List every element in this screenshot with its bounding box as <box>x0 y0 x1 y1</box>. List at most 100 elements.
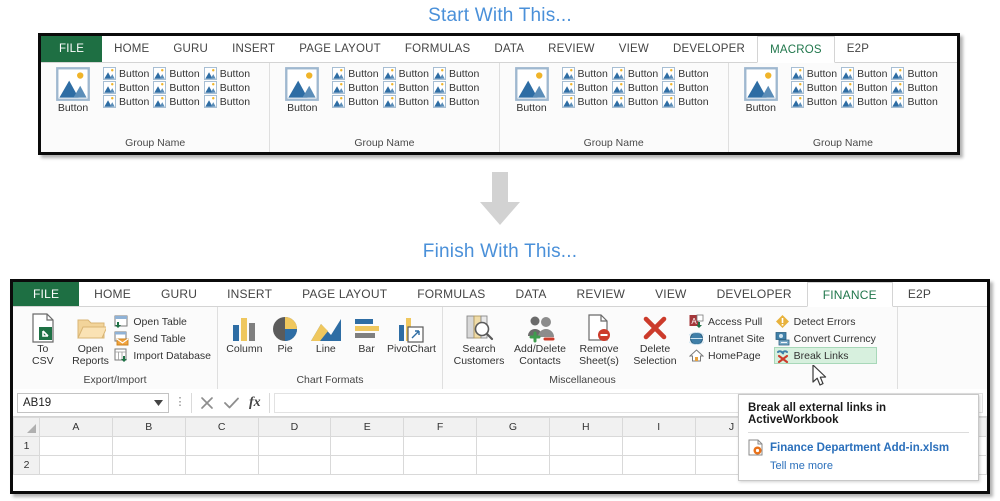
ribbon-big-button[interactable]: Button <box>276 67 328 114</box>
send-table-button[interactable]: Send Table <box>114 331 211 346</box>
row-header[interactable]: 1 <box>13 436 40 456</box>
ribbon-small-button[interactable]: Button <box>153 81 200 94</box>
grid-cell[interactable] <box>330 436 405 456</box>
ribbon-small-button[interactable]: Button <box>662 81 709 94</box>
grid-cell[interactable] <box>476 436 550 456</box>
ribbon-small-button[interactable]: Button <box>103 67 149 80</box>
grid-cell[interactable] <box>621 455 696 475</box>
ribbon-small-button[interactable]: Button <box>662 67 709 80</box>
convert-currency-button[interactable]: Convert Currency <box>775 331 876 346</box>
ribbon-small-button[interactable]: Button <box>611 67 658 80</box>
column-chart-button[interactable]: Column <box>224 311 265 355</box>
tooltip-addin-link[interactable]: Finance Department Add-in.xlsm <box>748 439 969 456</box>
ribbon-small-button[interactable]: Button <box>433 95 479 108</box>
grid-cell[interactable] <box>257 436 332 456</box>
tab-macros[interactable]: MACROS <box>757 36 835 63</box>
column-header[interactable]: G <box>476 417 550 437</box>
grid-cell[interactable] <box>403 455 478 475</box>
excel-tab-developer[interactable]: DEVELOPER <box>702 282 807 306</box>
column-header[interactable]: H <box>548 417 623 437</box>
chevron-down-icon[interactable] <box>154 399 163 406</box>
tab-review[interactable]: REVIEW <box>536 36 607 62</box>
grid-cell[interactable] <box>257 455 332 475</box>
search-customers-button[interactable]: Search Customers <box>449 311 509 367</box>
to-csv-button[interactable]: To CSV <box>19 311 67 367</box>
import-database-button[interactable]: Import Database <box>114 348 211 363</box>
tab-file[interactable]: FILE <box>41 36 103 62</box>
ribbon-small-button[interactable]: Button <box>611 95 658 108</box>
break-links-button[interactable]: Break Links <box>773 347 877 364</box>
name-box[interactable]: AB19 <box>17 392 169 413</box>
ribbon-small-button[interactable]: Button <box>382 67 429 80</box>
homepage-button[interactable]: HomePage <box>689 348 765 363</box>
column-header[interactable]: B <box>111 417 186 437</box>
ribbon-big-button[interactable]: Button <box>735 67 787 114</box>
excel-tab-formulas[interactable]: FORMULAS <box>402 282 500 306</box>
excel-tab-review[interactable]: REVIEW <box>562 282 641 306</box>
column-header[interactable]: D <box>257 417 332 437</box>
excel-tab-e2p[interactable]: E2P <box>893 282 946 306</box>
bar-chart-button[interactable]: Bar <box>346 311 387 355</box>
ribbon-small-button[interactable]: Button <box>841 67 887 80</box>
ribbon-small-button[interactable]: Button <box>382 95 429 108</box>
tab-insert[interactable]: INSERT <box>220 36 287 62</box>
ribbon-small-button[interactable]: Button <box>433 81 479 94</box>
grid-cell[interactable] <box>403 436 478 456</box>
intranet-site-button[interactable]: Intranet Site <box>689 331 765 346</box>
fx-icon[interactable]: fx <box>249 395 261 411</box>
ribbon-small-button[interactable]: Button <box>790 81 837 94</box>
ribbon-small-button[interactable]: Button <box>153 95 200 108</box>
grid-cell[interactable] <box>548 455 623 475</box>
cancel-x-icon[interactable] <box>200 396 214 410</box>
tab-page-layout[interactable]: PAGE LAYOUT <box>287 36 393 62</box>
excel-tab-page-layout[interactable]: PAGE LAYOUT <box>287 282 402 306</box>
excel-tab-guru[interactable]: GURU <box>146 282 212 306</box>
select-all-corner[interactable] <box>13 417 40 437</box>
grid-cell[interactable] <box>39 436 113 456</box>
tab-home[interactable]: HOME <box>102 36 161 62</box>
ribbon-small-button[interactable]: Button <box>332 67 379 80</box>
remove-sheets-button[interactable]: Remove Sheet(s) <box>571 311 627 367</box>
ribbon-small-button[interactable]: Button <box>891 95 938 108</box>
excel-tab-insert[interactable]: INSERT <box>212 282 287 306</box>
enter-check-icon[interactable] <box>224 396 239 410</box>
pie-chart-button[interactable]: Pie <box>265 311 306 355</box>
ribbon-small-button[interactable]: Button <box>841 95 887 108</box>
vertical-dots-icon[interactable]: ⋮ <box>173 397 187 408</box>
ribbon-small-button[interactable]: Button <box>790 67 837 80</box>
open-reports-button[interactable]: Open Reports <box>67 311 115 367</box>
ribbon-big-button[interactable]: Button <box>506 67 558 114</box>
grid-cell[interactable] <box>111 436 186 456</box>
ribbon-small-button[interactable]: Button <box>203 81 250 94</box>
access-pull-button[interactable]: A Access Pull <box>689 314 765 329</box>
ribbon-small-button[interactable]: Button <box>433 67 479 80</box>
grid-cell[interactable] <box>621 436 696 456</box>
ribbon-small-button[interactable]: Button <box>382 81 429 94</box>
grid-cell[interactable] <box>476 455 550 475</box>
tab-formulas[interactable]: FORMULAS <box>393 36 483 62</box>
ribbon-small-button[interactable]: Button <box>103 81 149 94</box>
add-delete-contacts-button[interactable]: Add/Delete Contacts <box>509 311 571 367</box>
ribbon-small-button[interactable]: Button <box>841 81 887 94</box>
grid-cell[interactable] <box>39 455 113 475</box>
grid-cell[interactable] <box>548 436 623 456</box>
ribbon-small-button[interactable]: Button <box>561 95 608 108</box>
tab-view[interactable]: VIEW <box>607 36 661 62</box>
column-header[interactable]: C <box>184 417 259 437</box>
line-chart-button[interactable]: Line <box>305 311 346 355</box>
ribbon-small-button[interactable]: Button <box>611 81 658 94</box>
excel-tab-file[interactable]: FILE <box>13 282 80 306</box>
grid-cell[interactable] <box>330 455 405 475</box>
grid-cell[interactable] <box>111 455 186 475</box>
tab-developer[interactable]: DEVELOPER <box>661 36 757 62</box>
tab-e2p[interactable]: E2P <box>835 36 881 62</box>
ribbon-small-button[interactable]: Button <box>891 67 938 80</box>
tab-data[interactable]: DATA <box>482 36 536 62</box>
grid-cell[interactable] <box>184 455 259 475</box>
tooltip-tell-me-more[interactable]: Tell me more <box>748 456 969 472</box>
pivotchart-button[interactable]: PivotChart <box>387 311 436 355</box>
open-table-button[interactable]: Open Table <box>114 314 211 329</box>
ribbon-small-button[interactable]: Button <box>103 95 149 108</box>
ribbon-small-button[interactable]: Button <box>332 81 379 94</box>
ribbon-small-button[interactable]: Button <box>891 81 938 94</box>
